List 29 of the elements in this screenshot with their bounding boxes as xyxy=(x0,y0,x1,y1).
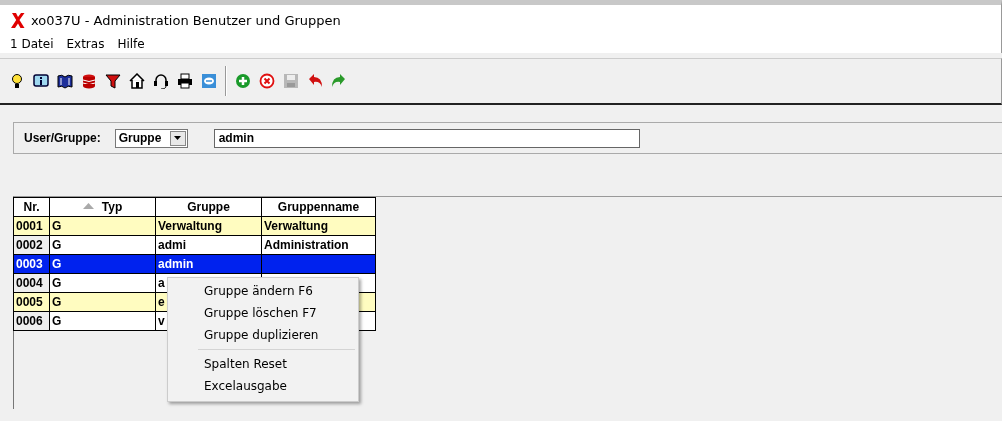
remote-icon[interactable] xyxy=(201,73,217,89)
redo-icon[interactable] xyxy=(331,73,347,89)
column-header[interactable]: Nr. xyxy=(13,197,50,217)
menu-item[interactable]: Extras xyxy=(66,37,105,51)
dropdown-arrow-icon xyxy=(174,136,182,140)
column-header[interactable]: Gruppenname xyxy=(261,197,376,217)
column-header[interactable]: Typ xyxy=(49,197,156,217)
undo-icon[interactable] xyxy=(307,73,323,89)
house-icon[interactable] xyxy=(129,73,145,89)
search-field[interactable]: admin xyxy=(213,128,640,148)
book-icon[interactable] xyxy=(57,73,73,89)
info-icon[interactable] xyxy=(33,73,49,89)
database-icon[interactable] xyxy=(81,73,97,89)
menu-item[interactable]: Hilfe xyxy=(117,37,145,51)
window-title: xo037U - Administration Benutzer und Gruppen xyxy=(31,12,341,28)
type-dropdown[interactable]: Gruppe xyxy=(114,128,188,148)
menu-item[interactable]: 1 Datei xyxy=(10,37,54,51)
context-menu-item[interactable]: Excelausgabe xyxy=(168,375,358,397)
context-menu-item[interactable]: Spalten Reset xyxy=(168,353,358,375)
print-icon[interactable] xyxy=(177,73,193,89)
lightbulb-icon[interactable] xyxy=(9,73,25,89)
add-icon[interactable] xyxy=(235,73,251,89)
filter-icon[interactable] xyxy=(105,73,121,89)
headset-icon[interactable] xyxy=(153,73,169,89)
delete-icon[interactable] xyxy=(259,73,275,89)
app-logo-icon xyxy=(11,12,25,28)
sort-ascending-icon xyxy=(82,203,94,209)
field-label: User/Gruppe: xyxy=(24,131,101,145)
column-header[interactable]: Gruppe xyxy=(155,197,262,217)
